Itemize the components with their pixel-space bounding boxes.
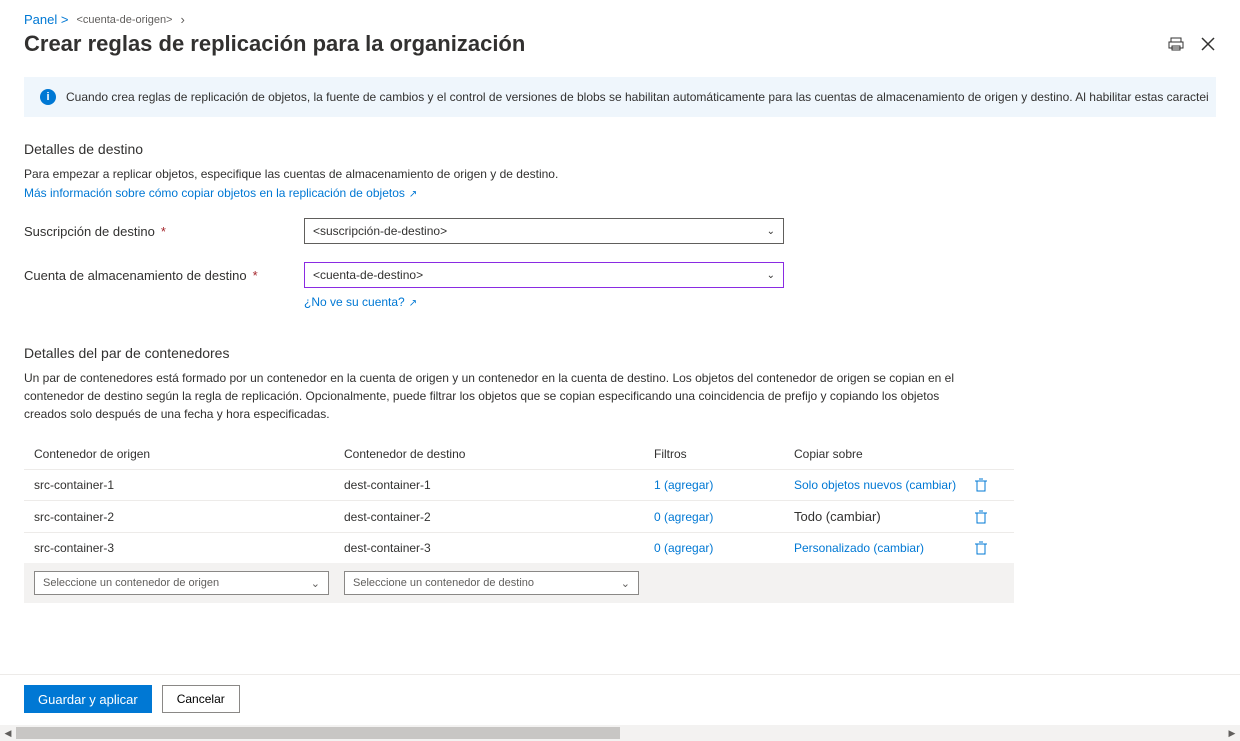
dest-details-desc: Para empezar a replicar objetos, especif… bbox=[24, 165, 1216, 183]
footer-actions: Guardar y aplicar Cancelar bbox=[0, 674, 1240, 723]
table-row: src-container-1 dest-container-1 1 (agre… bbox=[24, 469, 1014, 500]
info-icon: i bbox=[40, 89, 56, 105]
dest-account-select[interactable]: <cuenta-de-destino> ⌄ bbox=[304, 262, 784, 288]
scroll-right-arrow-icon[interactable]: ▶ bbox=[1224, 725, 1240, 741]
source-container-select[interactable]: Seleccione un contenedor de origen ⌄ bbox=[34, 571, 329, 595]
container-pair-desc: Un par de contenedores está formado por … bbox=[24, 369, 954, 423]
external-link-icon: ↗ bbox=[409, 298, 417, 309]
col-filters: Filtros bbox=[654, 447, 794, 461]
add-row: Seleccione un contenedor de origen ⌄ Sel… bbox=[24, 563, 1014, 603]
dest-details-heading: Detalles de destino bbox=[24, 141, 1216, 157]
delete-row-button[interactable] bbox=[974, 510, 1014, 524]
chevron-down-icon: ⌄ bbox=[767, 270, 775, 281]
dest-subscription-select[interactable]: <suscripción-de-destino> ⌄ bbox=[304, 218, 784, 244]
table-row: src-container-3 dest-container-3 0 (agre… bbox=[24, 532, 1014, 563]
dest-container-cell: dest-container-2 bbox=[344, 510, 654, 524]
info-banner-text: Cuando crea reglas de replicación de obj… bbox=[66, 90, 1209, 104]
delete-row-button[interactable] bbox=[974, 478, 1014, 492]
table-row: src-container-2 dest-container-2 0 (agre… bbox=[24, 500, 1014, 532]
src-container-cell: src-container-1 bbox=[34, 478, 344, 492]
breadcrumb-panel-link[interactable]: Panel > bbox=[24, 12, 68, 27]
chevron-down-icon: ⌄ bbox=[621, 577, 630, 590]
dest-container-select[interactable]: Seleccione un contenedor de destino ⌄ bbox=[344, 571, 639, 595]
chevron-down-icon: ⌄ bbox=[311, 577, 320, 590]
external-link-icon: ↗ bbox=[409, 189, 417, 200]
container-pair-heading: Detalles del par de contenedores bbox=[24, 345, 1216, 361]
col-source: Contenedor de origen bbox=[34, 447, 344, 461]
col-dest: Contenedor de destino bbox=[344, 447, 654, 461]
copy-over-link[interactable]: Personalizado (cambiar) bbox=[794, 541, 974, 555]
copy-over-link[interactable]: Todo (cambiar) bbox=[794, 509, 974, 524]
copy-over-link[interactable]: Solo objetos nuevos (cambiar) bbox=[794, 478, 974, 492]
chevron-down-icon: ⌄ bbox=[767, 226, 775, 237]
container-pairs-table: Contenedor de origen Contenedor de desti… bbox=[24, 439, 1014, 603]
page-title: Crear reglas de replicación para la orga… bbox=[24, 31, 525, 57]
breadcrumb-account: <cuenta-de-origen> bbox=[76, 14, 172, 26]
cancel-button[interactable]: Cancelar bbox=[162, 685, 240, 713]
dest-subscription-label: Suscripción de destino* bbox=[24, 224, 304, 239]
close-icon[interactable] bbox=[1200, 36, 1216, 52]
filters-link[interactable]: 0 (agregar) bbox=[654, 510, 794, 524]
dest-account-label: Cuenta de almacenamiento de destino* bbox=[24, 268, 304, 283]
dest-container-cell: dest-container-1 bbox=[344, 478, 654, 492]
horizontal-scrollbar[interactable]: ◀ ▶ bbox=[0, 725, 1240, 741]
scroll-left-arrow-icon[interactable]: ◀ bbox=[0, 725, 16, 741]
save-button[interactable]: Guardar y aplicar bbox=[24, 685, 152, 713]
filters-link[interactable]: 1 (agregar) bbox=[654, 478, 794, 492]
more-info-link[interactable]: Más información sobre cómo copiar objeto… bbox=[24, 186, 417, 200]
breadcrumb: Panel > <cuenta-de-origen> › bbox=[24, 12, 1216, 27]
delete-row-button[interactable] bbox=[974, 541, 1014, 555]
src-container-cell: src-container-3 bbox=[34, 541, 344, 555]
dest-container-cell: dest-container-3 bbox=[344, 541, 654, 555]
dont-see-account-link[interactable]: ¿No ve su cuenta?↗ bbox=[304, 295, 417, 309]
filters-link[interactable]: 0 (agregar) bbox=[654, 541, 794, 555]
src-container-cell: src-container-2 bbox=[34, 510, 344, 524]
col-copy: Copiar sobre bbox=[794, 447, 974, 461]
print-icon[interactable] bbox=[1168, 36, 1184, 52]
info-banner: i Cuando crea reglas de replicación de o… bbox=[24, 77, 1216, 117]
chevron-right-icon: › bbox=[180, 12, 184, 27]
